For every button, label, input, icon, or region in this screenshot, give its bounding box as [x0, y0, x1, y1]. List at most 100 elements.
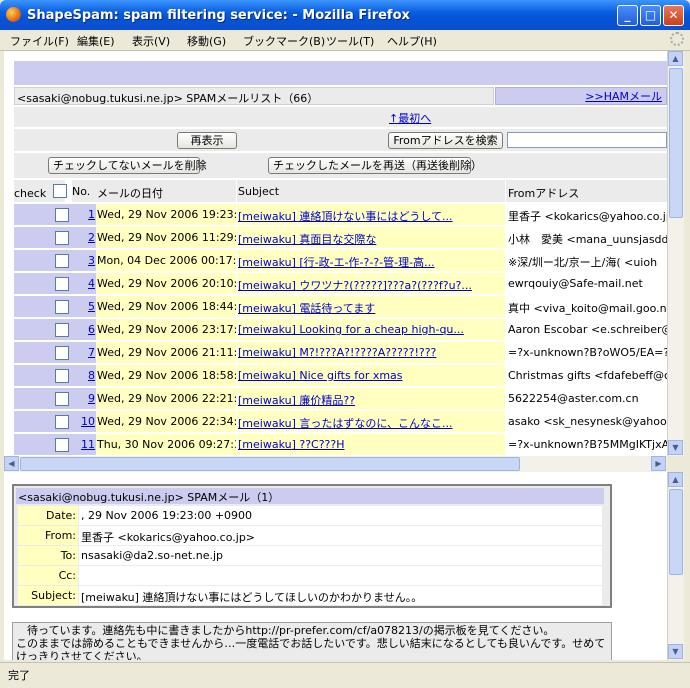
from-search-input[interactable]	[507, 132, 667, 148]
row-checkbox[interactable]	[55, 415, 69, 429]
row-checkbox[interactable]	[55, 208, 69, 222]
mail-field-value: 里香子 <kokarics@yahoo.co.jp>	[79, 526, 602, 545]
row-number-link[interactable]: 6	[75, 319, 96, 340]
row-subject-link[interactable]: [meiwaku] [行-政-エ-作-?-?-管-理-高...	[237, 250, 505, 271]
close-button[interactable]: ✕	[663, 5, 684, 26]
list-horizontal-scrollbar[interactable]: ◀ ▶	[4, 456, 667, 472]
menu-file[interactable]: ファイル(F)	[10, 33, 69, 49]
mail-field-label: Subject:	[18, 586, 78, 605]
ham-mail-link[interactable]: >>HAMメール	[495, 87, 667, 105]
row-check-cell	[14, 204, 75, 225]
row-number-link[interactable]: 10	[75, 411, 96, 432]
table-row: 5 Wed, 29 Nov 2006 18:44:00 [meiwaku] 電話待っ…	[14, 296, 667, 317]
row-subject-link[interactable]: [meiwaku] ウワツナ?(?????]???a?(???f?u?...	[237, 273, 505, 294]
minimize-button[interactable]: _	[617, 5, 638, 26]
list-vertical-scrollbar[interactable]: ▲ ▼	[667, 51, 684, 456]
row-checkbox[interactable]	[55, 438, 69, 452]
row-checkbox[interactable]	[55, 323, 69, 337]
list-info: <sasaki@nobug.tukusi.ne.jp> SPAMメールリスト（6…	[14, 87, 494, 105]
row-from: =?x-unknown?B?5MMgIKTjxA==	[506, 434, 667, 455]
redisplay-button[interactable]: 再表示	[177, 132, 237, 149]
window-title: ShapeSpam: spam filtering service: - Moz…	[27, 8, 410, 23]
row-number-link[interactable]: 2	[75, 227, 96, 248]
table-row: 3 Mon, 04 Dec 2006 00:17:43 [meiwaku] [行-政…	[14, 250, 667, 271]
menu-go[interactable]: 移動(G)	[187, 33, 226, 49]
mail-field-label: From:	[18, 526, 78, 545]
top-link[interactable]: ↑最初へ	[389, 110, 431, 126]
row-date: Wed, 29 Nov 2006 18:44:00	[96, 296, 236, 317]
scroll-thumb[interactable]	[669, 68, 683, 218]
row-subject-link[interactable]: [meiwaku] Looking for a cheap high-qu...	[237, 319, 505, 340]
menu-help[interactable]: ヘルプ(H)	[387, 33, 437, 49]
row-subject-link[interactable]: [meiwaku] 言ったはずなのに、こんなこ...	[237, 411, 505, 432]
row-subject-link[interactable]: [meiwaku] 連絡頂けない事にはどうして...	[237, 204, 505, 225]
row-from: 里香子 <kokarics@yahoo.co.jp>	[506, 204, 667, 225]
row-from: 5622254@aster.com.cn	[506, 388, 667, 409]
mail-vertical-scrollbar[interactable]: ▲ ▼	[667, 472, 684, 660]
row-check-cell	[14, 273, 75, 294]
horizontal-scroll-thumb[interactable]	[20, 457, 520, 471]
row-subject-link[interactable]: [meiwaku] 真面目な交際な	[237, 227, 505, 248]
menu-edit[interactable]: 編集(E)	[77, 33, 115, 49]
row-date: Mon, 04 Dec 2006 00:17:43	[96, 250, 236, 271]
row-date: Wed, 29 Nov 2006 21:11:32	[96, 342, 236, 363]
row-number-link[interactable]: 9	[75, 388, 96, 409]
row-from: 真中 <viva_koito@mail.goo.ne.jp>	[506, 296, 667, 317]
row-date: Wed, 29 Nov 2006 11:29:08	[96, 227, 236, 248]
title-bar: ShapeSpam: spam filtering service: - Moz…	[0, 0, 690, 30]
row-checkbox[interactable]	[55, 300, 69, 314]
table-row: 9 Wed, 29 Nov 2006 22:21:16 [meiwaku] 廉价精品…	[14, 388, 667, 409]
scroll-left-icon[interactable]: ◀	[4, 456, 19, 471]
scroll-down-icon[interactable]: ▼	[668, 644, 683, 659]
header-subject: Subject	[237, 180, 505, 202]
row-check-cell	[14, 227, 75, 248]
row-number-link[interactable]: 1	[75, 204, 96, 225]
row-number-link[interactable]: 7	[75, 342, 96, 363]
row-checkbox[interactable]	[55, 346, 69, 360]
mail-field-value: nsasaki@da2.so-net.ne.jp	[79, 546, 602, 565]
row-number-link[interactable]: 5	[75, 296, 96, 317]
row-subject-link[interactable]: [meiwaku] 電話待ってます	[237, 296, 505, 317]
row-checkbox[interactable]	[55, 369, 69, 383]
table-row: 1 Wed, 29 Nov 2006 19:23:00 [meiwaku] 連絡頂け…	[14, 204, 667, 225]
row-check-cell	[14, 365, 75, 386]
row-number-link[interactable]: 8	[75, 365, 96, 386]
scroll-up-icon[interactable]: ▲	[668, 51, 683, 66]
maximize-button[interactable]: □	[640, 5, 661, 26]
row-from: ※深/圳ー北/京ー上/海( <uioh	[506, 250, 667, 271]
row-number-link[interactable]: 3	[75, 250, 96, 271]
scroll-right-icon[interactable]: ▶	[651, 456, 666, 471]
row-subject-link[interactable]: [meiwaku] 廉价精品??	[237, 388, 505, 409]
row-from: asako <sk_nesynesk@yahoo.co.jj	[506, 411, 667, 432]
mail-field-value: [meiwaku] 連絡頂けない事にはどうしてほしいのかわかりません。。	[79, 586, 602, 605]
resend-checked-button[interactable]: チェックしたメールを再送（再送後削除）	[268, 157, 482, 174]
row-date: Wed, 29 Nov 2006 20:10:42	[96, 273, 236, 294]
row-subject-link[interactable]: [meiwaku] Nice gifts for xmas	[237, 365, 505, 386]
search-from-button[interactable]: Fromアドレスを検索	[388, 132, 503, 149]
menu-bookmarks[interactable]: ブックマーク(B)	[243, 33, 325, 49]
mail-field-label: Cc:	[18, 566, 78, 585]
scroll-down-icon[interactable]: ▼	[668, 440, 683, 455]
row-check-cell	[14, 434, 75, 455]
row-checkbox[interactable]	[55, 254, 69, 268]
row-number-link[interactable]: 4	[75, 273, 96, 294]
row-checkbox[interactable]	[55, 277, 69, 291]
mail-field-label: Date:	[18, 506, 78, 525]
row-number-link[interactable]: 11	[75, 434, 96, 455]
delete-unchecked-button[interactable]: チェックしてないメールを削除	[48, 157, 207, 174]
scroll-thumb[interactable]	[669, 489, 683, 575]
row-subject-link[interactable]: [meiwaku] M?!???A?!????A?????!???	[237, 342, 505, 363]
menu-view[interactable]: 表示(V)	[132, 33, 170, 49]
table-row: 4 Wed, 29 Nov 2006 20:10:42 [meiwaku] ウワツナ…	[14, 273, 667, 294]
mail-detail-frame: <sasaki@nobug.tukusi.ne.jp> SPAMメール（1） D…	[4, 472, 667, 660]
header-from: Fromアドレス	[506, 180, 667, 202]
table-row: 2 Wed, 29 Nov 2006 11:29:08 [meiwaku] 真面目な…	[14, 227, 667, 248]
row-subject-link[interactable]: [meiwaku] ??C???H	[237, 434, 505, 455]
select-all-checkbox[interactable]	[53, 184, 67, 198]
scroll-up-icon[interactable]: ▲	[668, 472, 683, 487]
menu-tools[interactable]: ツール(T)	[326, 33, 374, 49]
row-checkbox[interactable]	[55, 392, 69, 406]
row-check-cell	[14, 319, 75, 340]
row-check-cell	[14, 296, 75, 317]
row-checkbox[interactable]	[55, 231, 69, 245]
